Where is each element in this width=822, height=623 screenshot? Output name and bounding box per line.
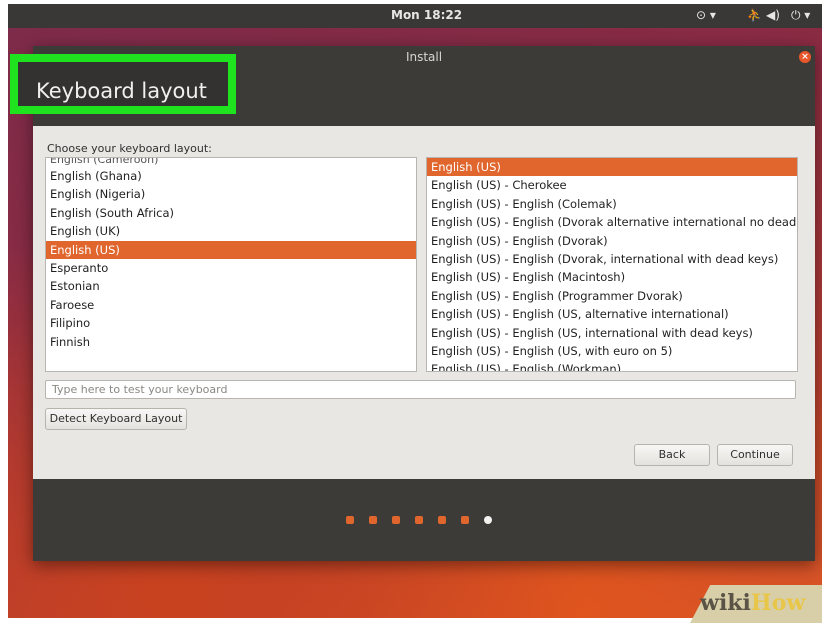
clock[interactable]: Mon 18:22 (391, 8, 462, 22)
list-item[interactable]: Filipino (46, 314, 416, 332)
close-icon[interactable]: × (799, 51, 811, 63)
list-item[interactable]: English (US) - English (Dvorak alternati… (427, 213, 797, 231)
layout-list[interactable]: English (Cameroon) English (Cameroon)Eng… (45, 157, 417, 372)
list-item[interactable]: English (Nigeria) (46, 185, 416, 203)
list-item[interactable]: English (US) - English (US, with euro on… (427, 342, 797, 360)
list-item[interactable]: English (US) - English (Colemak) (427, 195, 797, 213)
list-item[interactable]: English (Ghana) (46, 167, 416, 185)
progress-dot (415, 516, 423, 524)
progress-dot (438, 516, 446, 524)
continue-button[interactable]: Continue (717, 444, 793, 466)
list-item[interactable]: Finnish (46, 333, 416, 351)
list-item-partial[interactable]: English (Cameroon) (46, 158, 416, 167)
page-title: Keyboard layout (36, 79, 207, 103)
list-item[interactable]: English (US) - English (Workman) (427, 360, 797, 371)
list-item[interactable]: English (UK) (46, 222, 416, 240)
keyboard-test-input[interactable] (45, 380, 796, 399)
detect-layout-button[interactable]: Detect Keyboard Layout (45, 408, 187, 430)
progress-dot (369, 516, 377, 524)
progress-footer (33, 479, 815, 561)
window-title: Install (405, 50, 443, 64)
list-item[interactable]: English (US) - English (US, alternative … (427, 305, 797, 323)
back-button[interactable]: Back (634, 444, 710, 466)
variant-list[interactable]: English (US) English (US) - Cherokee Engli… (426, 157, 798, 372)
power-icon[interactable]: ⏻ ▾ (791, 8, 810, 23)
volume-icon[interactable]: ◀) (766, 8, 780, 22)
list-item[interactable]: Esperanto (46, 259, 416, 277)
list-item[interactable]: English (US) (427, 158, 797, 177)
list-item[interactable]: English (US) (46, 240, 416, 259)
accessibility-icon[interactable]: ⛹ (747, 8, 762, 22)
list-item[interactable]: Faroese (46, 296, 416, 314)
list-item[interactable]: Estonian (46, 277, 416, 295)
list-item[interactable]: English (US) - English (Programmer Dvora… (427, 287, 797, 305)
layout-prompt: Choose your keyboard layout: (47, 142, 212, 155)
list-item[interactable]: English (US) - English (Dvorak) (427, 232, 797, 250)
list-item[interactable]: English (South Africa) (46, 204, 416, 222)
list-item[interactable]: English (US) - English (US, internationa… (427, 324, 797, 342)
wikihow-logo: wikiHow (700, 590, 806, 616)
network-icon[interactable]: ⊙ ▾ (696, 8, 716, 22)
progress-dot (346, 516, 354, 524)
top-panel: Mon 18:22 ⊙ ▾ ⛹ ◀) ⏻ ▾ (8, 4, 822, 28)
progress-dot (461, 516, 469, 524)
progress-dots (346, 516, 492, 524)
list-item[interactable]: English (US) - Cherokee (427, 176, 797, 194)
progress-dot (392, 516, 400, 524)
list-item[interactable]: English (US) - English (Macintosh) (427, 268, 797, 286)
title-highlight-box: Keyboard layout (10, 54, 236, 114)
progress-dot (484, 516, 492, 524)
list-item[interactable]: English (US) - English (Dvorak, internat… (427, 250, 797, 268)
